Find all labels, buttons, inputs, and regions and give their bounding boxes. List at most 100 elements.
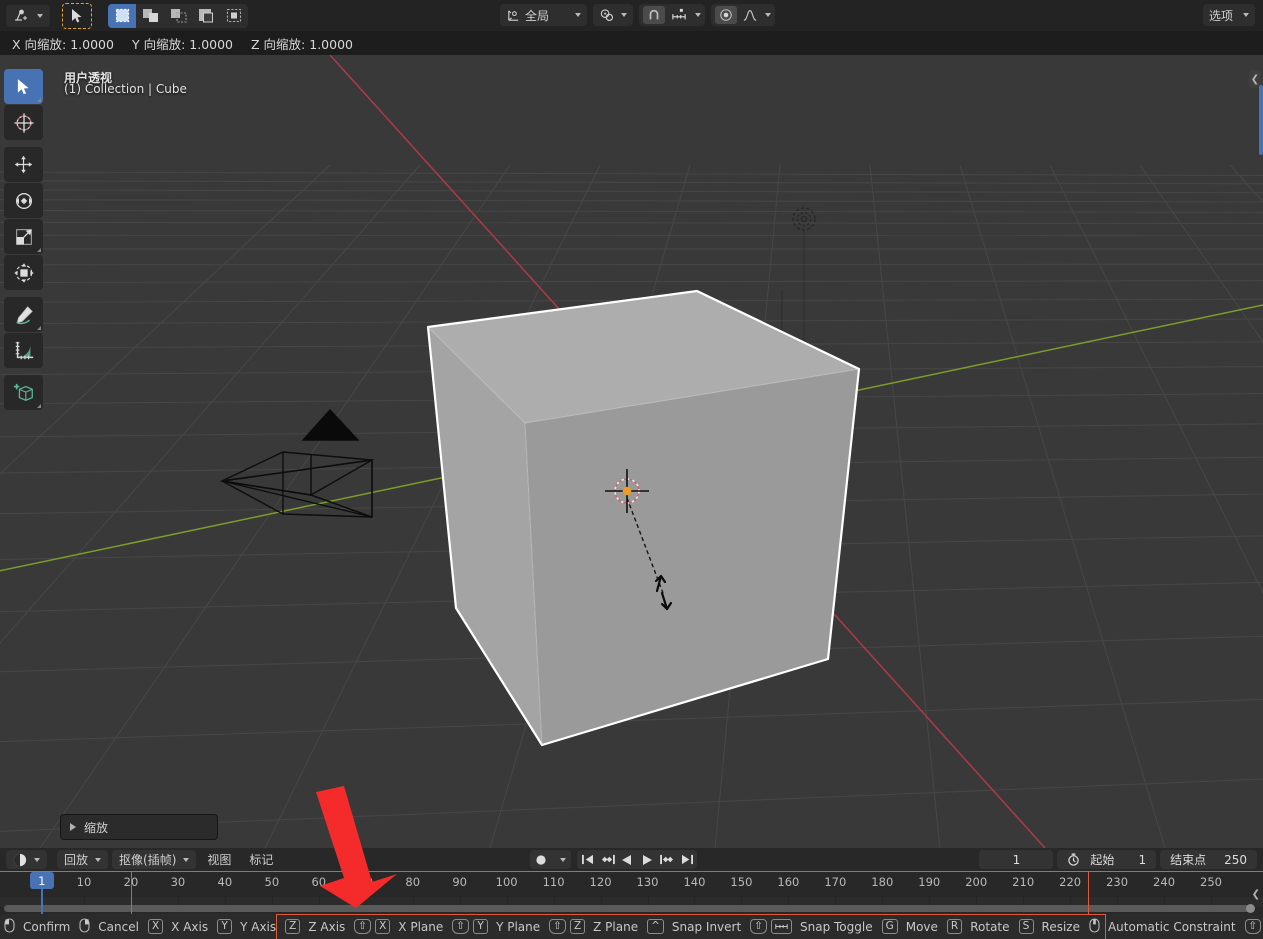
- timeline-editor[interactable]: 回放 抠像(插帧) 视图 标记: [0, 848, 1263, 914]
- viewport-collection-label: (1) Collection | Cube: [64, 82, 187, 96]
- statusbar-hint-rotate: RRotate: [947, 919, 1010, 934]
- timeline-menu-playback[interactable]: 回放: [57, 850, 108, 869]
- select-mode-intersect[interactable]: [220, 4, 248, 28]
- statusbar-hint-z-plane: ⇧ZZ Plane: [549, 919, 638, 934]
- playback-controls[interactable]: [577, 850, 697, 869]
- pivot-icon: [599, 8, 615, 23]
- pencil-icon: [13, 304, 35, 326]
- jump-end-icon: [681, 854, 694, 865]
- statusbar-hint-cancel: Cancel: [79, 918, 139, 936]
- statusbar-hint-label: Snap Toggle: [800, 920, 873, 934]
- proportional-edit-toggle[interactable]: [715, 6, 737, 24]
- timeline-range-line-left: [0, 871, 131, 872]
- select-mode-subtract[interactable]: [164, 4, 192, 28]
- tool-add-cube[interactable]: [4, 375, 43, 410]
- tool-move[interactable]: [4, 147, 43, 182]
- select-mode-set[interactable]: [108, 4, 136, 28]
- statusbar-hint-label: Z Plane: [593, 920, 638, 934]
- pivot-point-dropdown[interactable]: [593, 4, 633, 26]
- next-keyframe-button[interactable]: [657, 850, 677, 869]
- timeline-menu-marker[interactable]: 标记: [242, 850, 280, 869]
- timeline-menu-keying[interactable]: 抠像(插帧): [112, 850, 196, 869]
- statusbar-hint-x-plane: ⇧XX Plane: [354, 919, 443, 934]
- cursor-arrow-icon: [16, 78, 31, 96]
- current-frame-field[interactable]: 1: [979, 850, 1053, 869]
- active-tool-button[interactable]: [62, 3, 92, 29]
- operator-redo-panel[interactable]: 缩放: [60, 814, 218, 840]
- tool-annotate[interactable]: [4, 297, 43, 332]
- play-button[interactable]: [637, 850, 657, 869]
- add-cube-icon: [13, 382, 35, 404]
- falloff-dropdown[interactable]: [740, 6, 760, 24]
- transform-orientation-dropdown[interactable]: 全局: [500, 4, 587, 26]
- snap-icon: [775, 921, 788, 932]
- timeline-sidebar-expand-button[interactable]: ❮: [1252, 889, 1260, 900]
- timeline-editor-icon: [13, 853, 27, 867]
- select-mode-group[interactable]: [108, 4, 248, 28]
- statusbar-hint-automatic-constraint: Automatic Constraint: [1089, 918, 1236, 936]
- tool-transform[interactable]: [4, 255, 43, 290]
- tool-scale[interactable]: [4, 219, 43, 254]
- viewport-grid: [0, 55, 1263, 848]
- select-mode-invert[interactable]: [192, 4, 220, 28]
- tool-measure[interactable]: [4, 333, 43, 368]
- start-frame-label: 起始: [1090, 851, 1114, 868]
- options-label: 选项: [1209, 7, 1233, 24]
- play-reverse-button[interactable]: [617, 850, 637, 869]
- statusbar-hint-label: Y Axis: [240, 920, 276, 934]
- scale-y-readout: Y 向缩放: 1.0000: [132, 34, 233, 53]
- timeline-editor-type-button[interactable]: [6, 850, 47, 869]
- tool-cursor[interactable]: [4, 105, 43, 140]
- start-frame-field[interactable]: 起始 1: [1057, 850, 1156, 869]
- magnet-icon: [647, 8, 661, 22]
- key-cap: S: [1019, 919, 1034, 934]
- options-dropdown[interactable]: 选项: [1203, 4, 1255, 26]
- auto-keying-toggle[interactable]: [530, 850, 571, 869]
- timeline-menu-view[interactable]: 视图: [200, 850, 238, 869]
- tool-tweak[interactable]: [4, 69, 43, 104]
- timeline-scroll-knob[interactable]: [1246, 904, 1255, 913]
- timeline-playhead[interactable]: 1: [30, 872, 54, 889]
- prev-keyframe-button[interactable]: [597, 850, 617, 869]
- move-arrows-icon: [13, 154, 34, 175]
- statusbar-hint-y-plane: ⇧YY Plane: [452, 919, 540, 934]
- scale-x-readout: X 向缩放: 1.0000: [12, 34, 114, 53]
- status-bar-range-top-edge: [276, 914, 1105, 915]
- tool-expand-corner: [37, 248, 41, 252]
- tool-rotate[interactable]: [4, 183, 43, 218]
- end-frame-field[interactable]: 结束点 250: [1160, 850, 1257, 869]
- editor-type-button[interactable]: [6, 5, 50, 27]
- timeline-menu-marker-label: 标记: [249, 851, 273, 868]
- record-dot-icon: [535, 854, 547, 866]
- cursor-select-icon: [71, 8, 83, 24]
- statusbar-hint-label: Snap Invert: [672, 920, 741, 934]
- snap-magnet-toggle[interactable]: [643, 6, 665, 24]
- stopwatch-icon: [1067, 853, 1080, 866]
- crosshair-icon: [13, 112, 35, 134]
- key-cap: [771, 919, 792, 934]
- jump-to-start-button[interactable]: [577, 850, 597, 869]
- mouse-right-icon: [79, 918, 90, 933]
- camera-object: [222, 410, 372, 517]
- chevron-down-icon: [765, 13, 771, 17]
- jump-to-end-button[interactable]: [677, 850, 697, 869]
- timeline-playhead-line: [41, 889, 43, 914]
- timeline-tick: 250: [1200, 875, 1222, 889]
- key-cap: G: [882, 919, 898, 934]
- tool-expand-corner: [37, 326, 41, 330]
- mouse-key: [1089, 918, 1100, 936]
- snap-target-dropdown[interactable]: [668, 6, 690, 24]
- proportional-edit-group: [711, 4, 775, 26]
- 3d-viewport[interactable]: 用户透视 (1) Collection | Cube: [0, 55, 1263, 848]
- select-mode-extend[interactable]: [136, 4, 164, 28]
- statusbar-hint-label: Move: [906, 920, 938, 934]
- operator-panel-label: 缩放: [84, 819, 108, 836]
- chevron-down-icon: [183, 858, 189, 862]
- viewport-scrollbar[interactable]: [1259, 85, 1263, 155]
- scale-corner-icon: [14, 227, 34, 247]
- mouse-left-icon: [4, 918, 15, 933]
- statusbar-hint-label: Resize: [1042, 920, 1080, 934]
- top-header-bar: 全局: [0, 0, 1263, 31]
- key-cap: ^: [647, 919, 664, 934]
- key-cap: Z: [570, 919, 585, 934]
